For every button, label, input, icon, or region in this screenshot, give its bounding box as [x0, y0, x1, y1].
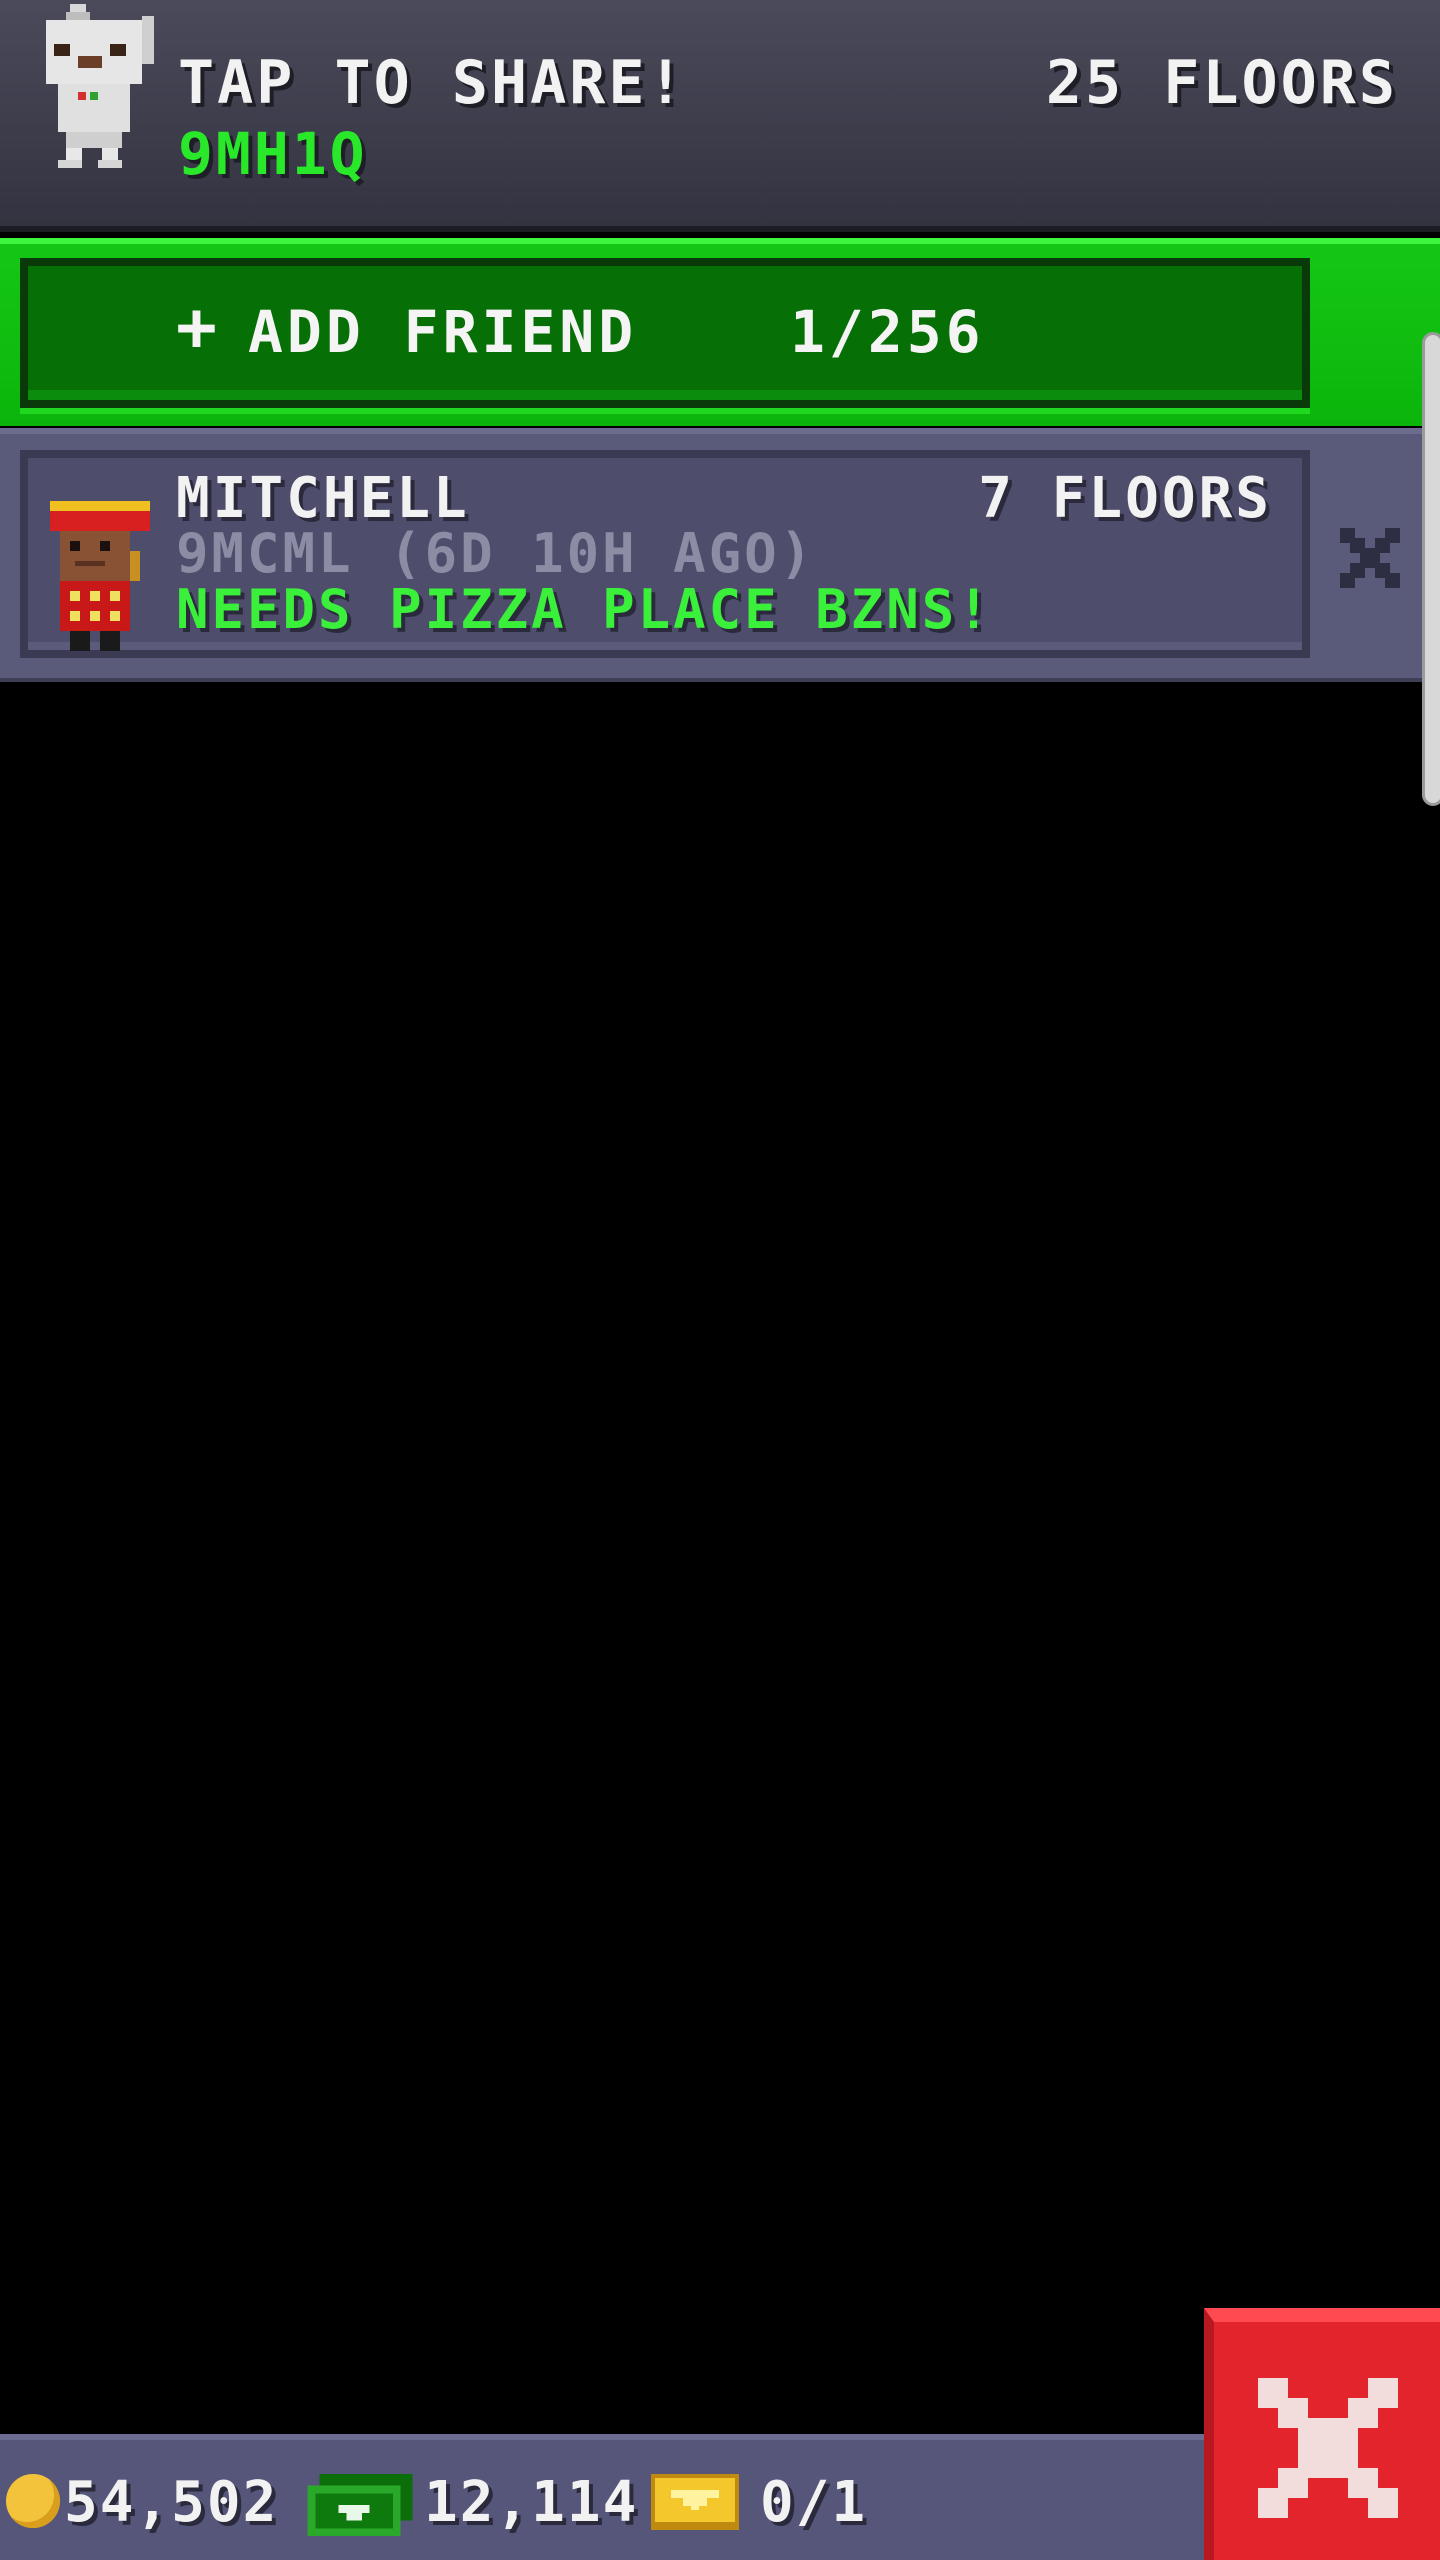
- friend-status: NEEDS PIZZA PLACE BZNS!: [176, 578, 993, 641]
- bux-value: 12,114: [424, 2470, 639, 2535]
- side-scroll-handle[interactable]: [1422, 332, 1440, 806]
- player-code: 9MH1Q: [178, 120, 368, 188]
- robot-avatar-icon: [46, 4, 154, 168]
- tickets-value: 0/1: [760, 2470, 868, 2535]
- coins-value: 54,502: [64, 2470, 279, 2535]
- screen: TAP TO SHARE! 9MH1Q 25 FLOORS + ADD FRIE…: [0, 0, 1440, 2560]
- player-floors: 25 FLOORS: [1045, 48, 1398, 118]
- plus-icon: +: [176, 288, 217, 367]
- remove-friend-x-icon[interactable]: [1340, 528, 1400, 588]
- friend-floors: 7 FLOORS: [978, 466, 1272, 531]
- bellhop-avatar-icon: [50, 501, 150, 651]
- friend-count: 1/256: [790, 298, 985, 366]
- tap-to-share-label[interactable]: TAP TO SHARE!: [178, 48, 687, 118]
- coin-icon: [6, 2474, 60, 2528]
- add-friend-label: ADD FRIEND: [248, 298, 638, 366]
- golden-ticket-icon: [651, 2474, 739, 2530]
- close-x-icon: [1258, 2378, 1398, 2518]
- bux-icon: [307, 2474, 413, 2536]
- friend-code: 9MCML (6D 10H AGO): [176, 522, 816, 585]
